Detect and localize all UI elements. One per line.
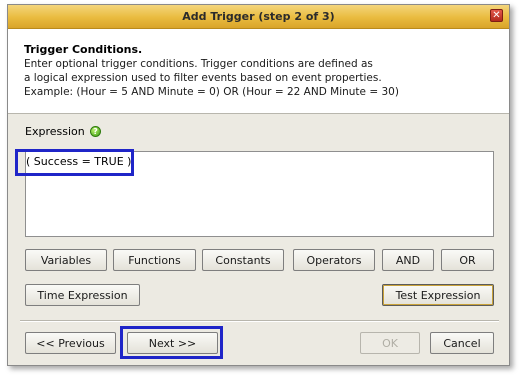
cancel-button-label: Cancel [443, 336, 481, 350]
expression-highlight-box [15, 149, 134, 176]
expression-label: Expression [25, 125, 85, 138]
test-expression-button-label: Test Expression [395, 288, 481, 302]
operators-button[interactable]: Operators [293, 249, 375, 271]
footer-separator [20, 320, 499, 322]
or-button-label: OR [459, 253, 476, 267]
and-button-label: AND [395, 253, 421, 267]
header-title: Trigger Conditions. [24, 43, 143, 56]
operators-button-label: Operators [306, 253, 362, 267]
and-button[interactable]: AND [382, 249, 434, 271]
title-bar[interactable]: Add Trigger (step 2 of 3) ✕ [8, 5, 509, 29]
constants-button-label: Constants [215, 253, 271, 267]
header-description-line-2: a logical expression used to filter even… [24, 72, 382, 84]
cancel-button[interactable]: Cancel [430, 332, 494, 354]
functions-button[interactable]: Functions [113, 249, 196, 271]
ok-button-label: OK [382, 336, 398, 350]
variables-button-label: Variables [40, 253, 92, 267]
add-trigger-dialog: Add Trigger (step 2 of 3) ✕ Trigger Cond… [7, 4, 510, 366]
header-description-line-1: Enter optional trigger conditions. Trigg… [24, 58, 373, 70]
time-expression-button[interactable]: Time Expression [25, 284, 140, 306]
previous-button[interactable]: << Previous [25, 332, 116, 354]
help-icon[interactable]: ? [90, 126, 101, 137]
test-expression-button[interactable]: Test Expression [382, 284, 494, 306]
variables-button[interactable]: Variables [25, 249, 107, 271]
constants-button[interactable]: Constants [202, 249, 284, 271]
header-panel: Trigger Conditions. Enter optional trigg… [8, 29, 509, 114]
time-expression-button-label: Time Expression [37, 288, 128, 302]
ok-button[interactable]: OK [360, 332, 420, 354]
next-highlight-box [120, 326, 223, 359]
or-button[interactable]: OR [441, 249, 494, 271]
header-example-line: Example: (Hour = 5 AND Minute = 0) OR (H… [24, 86, 399, 98]
functions-button-label: Functions [128, 253, 181, 267]
previous-button-label: << Previous [36, 336, 105, 350]
dialog-title: Add Trigger (step 2 of 3) [182, 10, 335, 23]
close-icon[interactable]: ✕ [490, 9, 503, 22]
